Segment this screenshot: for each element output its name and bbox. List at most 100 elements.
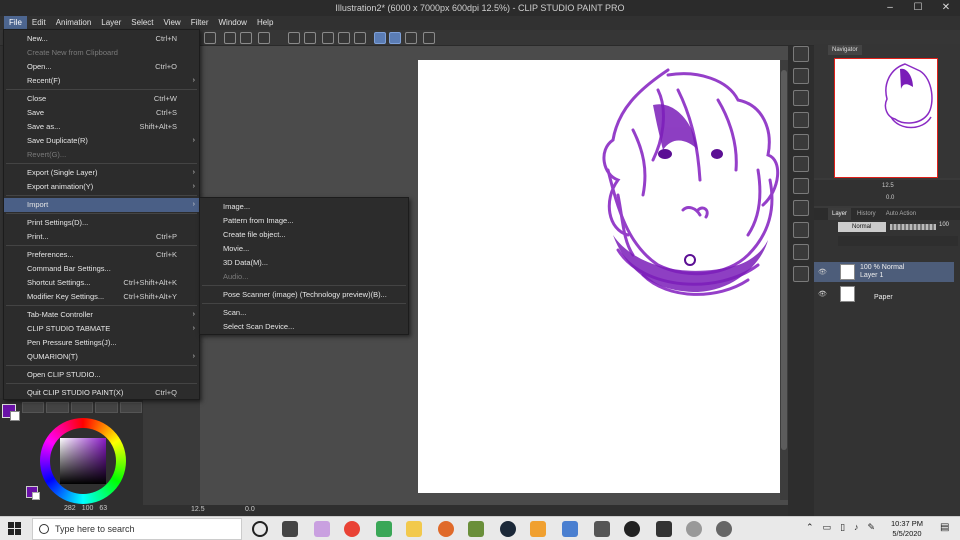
- transform-icon[interactable]: [304, 32, 316, 44]
- sub-tool-detail-icon[interactable]: [793, 90, 809, 106]
- canvas-angle-value[interactable]: 0.0: [245, 506, 255, 513]
- task-view-icon[interactable]: [282, 521, 298, 537]
- intermediate-color-tab[interactable]: [70, 402, 94, 413]
- clip-studio-paint-icon[interactable]: [716, 521, 732, 537]
- submenu-item-select-scan-device[interactable]: Select Scan Device...: [200, 320, 408, 334]
- redo-icon[interactable]: [240, 32, 252, 44]
- brush-size-icon[interactable]: [793, 112, 809, 128]
- tab-layer[interactable]: Layer: [828, 208, 852, 220]
- color-history-tab[interactable]: [119, 402, 143, 413]
- menu-item-open[interactable]: Open... Ctrl+O: [4, 60, 199, 74]
- opacity-slider[interactable]: [890, 224, 936, 230]
- menu-item-modifier-key-settings[interactable]: Modifier Key Settings... Ctrl+Shift+Alt+Y: [4, 290, 199, 304]
- volume-icon[interactable]: ♪: [854, 522, 859, 533]
- lasso-icon[interactable]: [204, 32, 216, 44]
- menu-item-tab-mate-controller[interactable]: Tab-Mate Controller ›: [4, 308, 199, 322]
- submenu-item-create-file-object[interactable]: Create file object...: [200, 228, 408, 242]
- chrome-icon[interactable]: [344, 521, 360, 537]
- animation-cels-icon[interactable]: [793, 266, 809, 282]
- menu-item-close[interactable]: Close Ctrl+W: [4, 92, 199, 106]
- undo-icon[interactable]: [224, 32, 236, 44]
- maximize-button[interactable]: ☐: [904, 0, 932, 16]
- scroll-thumb[interactable]: [781, 70, 787, 450]
- snap-ruler-icon[interactable]: [374, 32, 386, 44]
- menu-item-print-settings-d[interactable]: Print Settings(D)...: [4, 216, 199, 230]
- search-icon[interactable]: [793, 46, 809, 62]
- menu-item-print[interactable]: Print... Ctrl+P: [4, 230, 199, 244]
- menu-item-quit-clip-studio-paint-x[interactable]: Quit CLIP STUDIO PAINT(X) Ctrl+Q: [4, 386, 199, 400]
- navigator-preview[interactable]: [834, 58, 938, 178]
- menu-item-open-clip-studio[interactable]: Open CLIP STUDIO...: [4, 368, 199, 382]
- menu-item-import[interactable]: Import ›: [4, 198, 199, 212]
- menu-select[interactable]: Select: [126, 16, 158, 30]
- taskbar-clock[interactable]: 10:37 PM 5/5/2020: [885, 519, 929, 539]
- file-explorer-icon[interactable]: [406, 521, 422, 537]
- taskbar-search-box[interactable]: Type here to search: [32, 518, 242, 540]
- menu-filter[interactable]: Filter: [186, 16, 214, 30]
- menu-item-save[interactable]: Save Ctrl+S: [4, 106, 199, 120]
- fill-selection-icon[interactable]: [338, 32, 350, 44]
- notification-icon[interactable]: ▤: [940, 522, 949, 533]
- menu-help[interactable]: Help: [252, 16, 278, 30]
- cortana-icon[interactable]: [252, 521, 268, 537]
- menu-item-shortcut-settings[interactable]: Shortcut Settings... Ctrl+Shift+Alt+K: [4, 276, 199, 290]
- color-wheel-tab[interactable]: [22, 402, 45, 413]
- layer-row[interactable]: 👁 Paper: [814, 284, 954, 304]
- navigator-tab[interactable]: Navigator: [828, 45, 862, 55]
- menu-item-command-bar-settings[interactable]: Command Bar Settings...: [4, 262, 199, 276]
- submenu-item-scan[interactable]: Scan...: [200, 306, 408, 320]
- tool-property-icon[interactable]: [793, 68, 809, 84]
- approximate-color-tab[interactable]: [95, 402, 118, 413]
- clip-studio-icon[interactable]: [686, 521, 702, 537]
- eye-icon[interactable]: 👁: [818, 268, 827, 276]
- menu-item-export-single-layer[interactable]: Export (Single Layer) ›: [4, 166, 199, 180]
- submenu-item-image[interactable]: Image...: [200, 200, 408, 214]
- navigator-angle-value[interactable]: 0.0: [886, 195, 894, 201]
- menu-item-clip-studio-tabmate[interactable]: CLIP STUDIO TABMATE ›: [4, 322, 199, 336]
- saturation-value-square[interactable]: [60, 438, 106, 484]
- submenu-item-3d-data-m[interactable]: 3D Data(M)...: [200, 256, 408, 270]
- network-icon[interactable]: ▭: [823, 522, 832, 533]
- opacity-value[interactable]: 100: [939, 222, 949, 228]
- menu-item-new[interactable]: New... Ctrl+N: [4, 32, 199, 46]
- app-icon-6[interactable]: [624, 521, 640, 537]
- layer-row[interactable]: 👁 100 % Normal Layer 1: [814, 262, 954, 282]
- pen-icon[interactable]: ✎: [868, 522, 876, 533]
- tab-history[interactable]: History: [853, 208, 880, 220]
- menu-animation[interactable]: Animation: [51, 16, 97, 30]
- minimize-button[interactable]: –: [876, 0, 904, 16]
- app-icon-3[interactable]: [438, 521, 454, 537]
- menu-window[interactable]: Window: [214, 16, 252, 30]
- sub-color-mini-swatch[interactable]: [32, 492, 40, 500]
- intermediate-color-icon[interactable]: [793, 156, 809, 172]
- approximate-color-icon[interactable]: [793, 178, 809, 194]
- blend-mode-select[interactable]: Normal: [838, 222, 886, 232]
- steam-icon[interactable]: [500, 521, 516, 537]
- tab-auto-action[interactable]: Auto Action: [882, 208, 920, 220]
- submenu-item-pattern-from-image[interactable]: Pattern from Image...: [200, 214, 408, 228]
- menu-item-preferences[interactable]: Preferences... Ctrl+K: [4, 248, 199, 262]
- app-icon-7[interactable]: [656, 521, 672, 537]
- color-set-icon[interactable]: [793, 134, 809, 150]
- clear-icon[interactable]: [322, 32, 334, 44]
- snap-special-ruler-icon[interactable]: [389, 32, 401, 44]
- app-icon-2[interactable]: [376, 521, 392, 537]
- snap-grid-icon[interactable]: [405, 32, 417, 44]
- battery-icon[interactable]: ▯: [840, 522, 845, 533]
- menu-item-recent-f[interactable]: Recent(F) ›: [4, 74, 199, 88]
- hand-icon[interactable]: [423, 32, 435, 44]
- square-icon[interactable]: [354, 32, 366, 44]
- menu-item-save-duplicate-r[interactable]: Save Duplicate(R) ›: [4, 134, 199, 148]
- fill-icon[interactable]: [288, 32, 300, 44]
- menu-view[interactable]: View: [159, 16, 186, 30]
- timeline-icon[interactable]: [793, 244, 809, 260]
- menu-layer[interactable]: Layer: [96, 16, 126, 30]
- eye-icon[interactable]: 👁: [818, 290, 827, 298]
- calculator-icon[interactable]: [594, 521, 610, 537]
- menu-edit[interactable]: Edit: [27, 16, 51, 30]
- menu-item-export-animation-y[interactable]: Export animation(Y) ›: [4, 180, 199, 194]
- canvas-vertical-scrollbar[interactable]: [780, 60, 788, 500]
- submenu-item-pose-scanner-image-technology-preview-b[interactable]: Pose Scanner (image) (Technology preview…: [200, 288, 408, 302]
- menu-file[interactable]: File: [4, 16, 27, 30]
- menu-item-save-as[interactable]: Save as... Shift+Alt+S: [4, 120, 199, 134]
